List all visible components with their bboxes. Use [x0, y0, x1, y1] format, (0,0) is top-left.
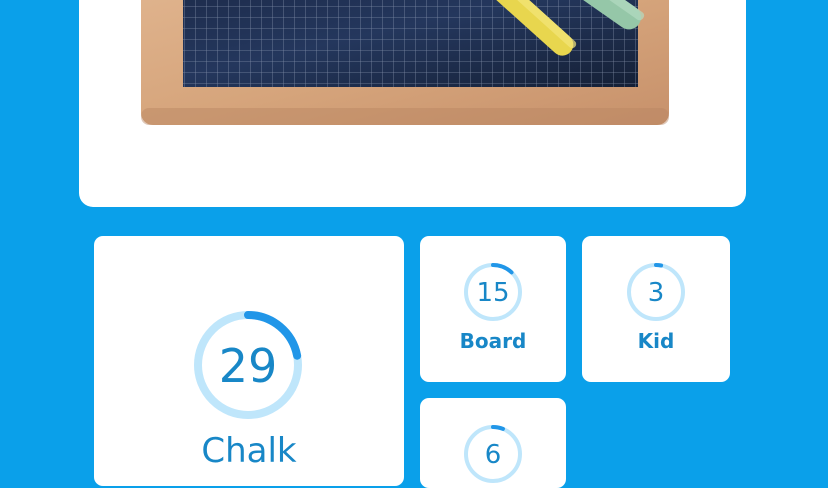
- answer-tile-chalk[interactable]: 29 Chalk: [94, 236, 404, 486]
- answer-word: Chalk: [201, 431, 297, 471]
- answer-tile-kid[interactable]: 3 Kid: [582, 236, 730, 382]
- answer-count: 29: [218, 339, 278, 393]
- answer-word: Kid: [637, 329, 675, 353]
- slate-frame-shadow: [141, 108, 669, 125]
- answer-count: 3: [647, 278, 665, 308]
- clue-image-card: [79, 0, 746, 207]
- answer-tile-hidden[interactable]: 6: [420, 398, 566, 488]
- answer-tile-board[interactable]: 15 Board: [420, 236, 566, 382]
- answer-count: 6: [484, 440, 502, 470]
- slate-chalk-image: [141, 0, 669, 125]
- answer-word: Board: [459, 329, 527, 353]
- answer-count: 15: [476, 278, 510, 308]
